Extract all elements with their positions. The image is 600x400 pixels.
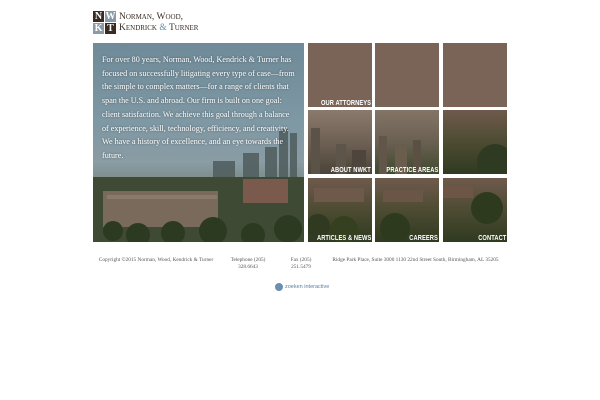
tile-practice-areas[interactable]: Practice Areas [375,110,439,174]
logo-mark: N W K T [93,11,116,34]
tile-city-image [379,136,421,174]
footer-address: Ridge Park Place, Suite 3000 1130 22nd S… [332,257,499,263]
logo-line-2-a: Kendrick [119,23,160,33]
footer-fax: Fax (205) 251.5479 [290,257,312,270]
footer-credit-link[interactable]: zoeken interactive [275,278,330,292]
tile-city-image [443,186,503,224]
tile-image [375,43,439,107]
logo-letter-t: T [105,23,116,34]
tile-image [443,43,507,107]
logo-ampersand: & [159,23,167,33]
tile-city-image [380,190,423,242]
logo-letter-n: N [93,11,104,22]
tile-city-image [311,128,366,174]
zoeken-logo-icon [275,283,283,292]
tile-contact[interactable]: Contact [443,178,507,242]
tile-careers[interactable]: Careers [375,178,439,242]
tile-about-nwkt[interactable]: About NWKT [308,110,372,174]
tile-articles-news[interactable]: Articles & News [308,178,372,242]
footer-telephone: Telephone (205) 328.6643 [230,257,266,270]
hero-panel: For over 80 years, Norman, Wood, Kendric… [93,43,304,242]
tile-label: Practice Areas [386,167,438,174]
logo-wordmark: Norman, Wood, Kendrick & Turner [119,12,198,34]
tile-image [443,110,507,174]
tile-label: Our Attorneys [320,100,371,107]
tile-label: About NWKT [330,167,371,174]
tile-label: Articles & News [316,235,371,242]
footer-credit-text: zoeken interactive [285,284,330,291]
tile-label: Careers [409,235,438,242]
tile-label: Contact [477,235,506,242]
footer-copyright: Copyright ©2015 Norman, Wood, Kendrick &… [98,257,214,263]
logo-line-2-b: Turner [166,23,199,33]
logo-letter-w: W [105,11,116,22]
hero-intro-text: For over 80 years, Norman, Wood, Kendric… [102,55,295,160]
tile-city-image [308,188,364,242]
logo-letter-k: K [93,23,104,34]
logo-line-2: Kendrick & Turner [119,23,198,34]
logo-line-1: Norman, Wood, [119,12,184,22]
tile-our-attorneys[interactable]: Our Attorneys [308,43,372,107]
logo[interactable]: N W K T Norman, Wood, Kendrick & Turner [93,11,223,36]
